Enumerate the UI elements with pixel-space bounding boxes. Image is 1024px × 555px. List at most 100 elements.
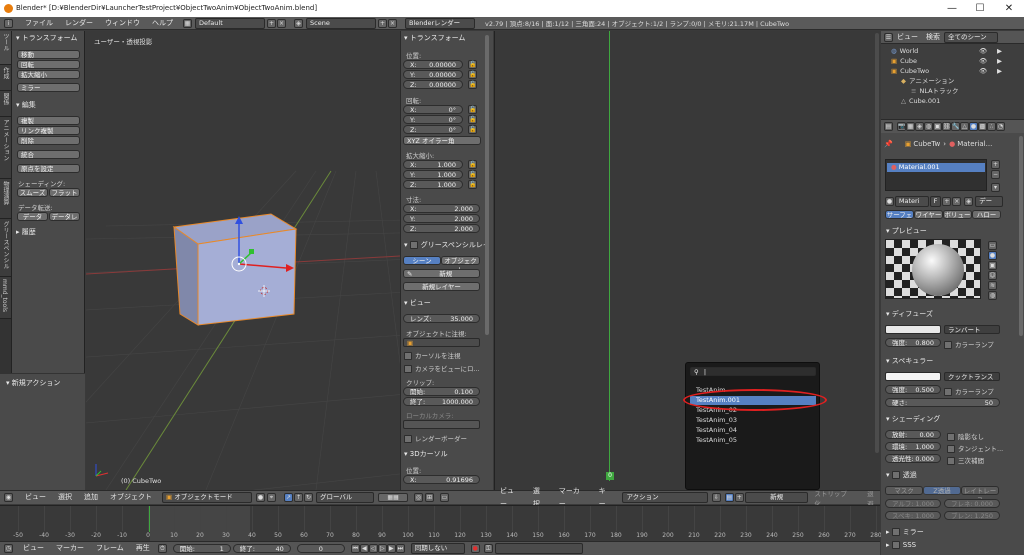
- duplicate-button[interactable]: 複製: [17, 116, 80, 125]
- manipulator-icon[interactable]: ↗: [284, 493, 293, 502]
- lock-object-field[interactable]: ▣: [403, 338, 480, 347]
- dopesheet-playhead[interactable]: [609, 31, 610, 481]
- visibility-eye-icon[interactable]: 👁: [979, 57, 987, 65]
- rotate-button[interactable]: 回転: [17, 60, 80, 69]
- grease-pencil-checkbox[interactable]: [409, 241, 418, 249]
- trans-raytrace-tab[interactable]: レイトレース: [961, 486, 999, 504]
- material-slot-item[interactable]: ● Material.001: [887, 163, 985, 172]
- blend-field[interactable]: ブレン: 1.250: [944, 511, 1000, 520]
- trans-z-tab[interactable]: Z透過: [923, 486, 961, 495]
- jump-start-icon[interactable]: ⏮: [350, 544, 360, 553]
- ambient-field[interactable]: 環境: 1.000: [885, 442, 941, 451]
- next-key-icon[interactable]: ▶: [386, 544, 396, 553]
- visibility-eye-icon[interactable]: 👁: [979, 67, 987, 75]
- tl-frame-menu[interactable]: フレーム: [90, 542, 130, 555]
- preview-flat-icon[interactable]: ▭: [988, 241, 997, 250]
- tl-view-menu[interactable]: ビュー: [17, 542, 50, 555]
- data-transfer-button[interactable]: データ: [17, 212, 48, 221]
- keying-set-icon[interactable]: ⚿: [483, 544, 493, 553]
- rotate-icon[interactable]: ↻: [304, 493, 313, 502]
- editor-type-outliner-icon[interactable]: ☰: [884, 32, 893, 42]
- alpha-field[interactable]: アルフ: 1.000: [885, 499, 941, 508]
- render-border-checkbox[interactable]: レンダーボーダー: [404, 433, 467, 443]
- smooth-button[interactable]: スムーズ: [17, 188, 48, 197]
- grease-object-button[interactable]: オブジェクト: [441, 256, 480, 274]
- prev-key-icon[interactable]: ◀: [359, 544, 369, 553]
- shadeless-checkbox[interactable]: 陰影なし: [947, 431, 984, 441]
- duplicate-linked-button[interactable]: リンク複製: [17, 126, 80, 135]
- object-tab-icon[interactable]: ▣: [933, 122, 942, 131]
- lock-cursor-checkbox[interactable]: カーソルを注視: [404, 350, 461, 360]
- spec-alpha-field[interactable]: スペキ: 1.000: [885, 511, 941, 520]
- action-list-item[interactable]: TestAnim_03: [690, 416, 816, 425]
- visibility-eye-icon[interactable]: 👁: [979, 47, 987, 55]
- action-browse-popup[interactable]: ⚲ | TestAnim TestAnim.001 TestAnim_02 TestA…: [685, 362, 820, 490]
- transparency-checkbox[interactable]: [891, 471, 900, 479]
- timeline-playhead[interactable]: [149, 506, 150, 532]
- world-tab-icon[interactable]: ◍: [924, 122, 933, 131]
- maximize-button[interactable]: ☐: [966, 0, 994, 17]
- rotation-lock-icon[interactable]: 🔓: [468, 115, 477, 124]
- editor-type-props-icon[interactable]: ▤: [884, 122, 893, 131]
- layers-icon[interactable]: ▦▦: [378, 493, 408, 502]
- unlink-material-icon[interactable]: ×: [952, 197, 962, 206]
- shading-header[interactable]: ▾ シェーディング: [886, 414, 940, 424]
- close-scene-icon[interactable]: ×: [388, 18, 397, 28]
- rotation-x-field[interactable]: X: 0°: [403, 105, 463, 114]
- outliner-item[interactable]: △ Cube.001: [901, 97, 940, 106]
- hardness-field[interactable]: 硬さ: 50: [885, 398, 1000, 407]
- push-down-icon[interactable]: ⇩: [711, 493, 721, 502]
- fake-user-button[interactable]: F: [929, 196, 942, 207]
- grease-new-button[interactable]: ✎ 新規: [403, 269, 480, 278]
- scale-z-field[interactable]: Z: 1.000: [403, 180, 463, 189]
- specular-header[interactable]: ▾ スペキュラー: [886, 356, 933, 366]
- tool-tab-6[interactable]: mmd_tools: [0, 277, 11, 319]
- tl-marker-menu[interactable]: マーカー: [50, 542, 90, 555]
- lock-camera-checkbox[interactable]: カメラをビューにロ...: [404, 363, 480, 373]
- pivot-icon[interactable]: ⌖: [267, 493, 276, 502]
- render-engine-select[interactable]: Blenderレンダー: [405, 17, 475, 29]
- outliner-search-menu[interactable]: 検索: [922, 31, 944, 44]
- n-view-header[interactable]: ▾ ビュー: [404, 298, 431, 308]
- scene-tab-icon[interactable]: ◈: [915, 122, 924, 131]
- keying-set-field[interactable]: [494, 543, 583, 554]
- mode-select[interactable]: ▣ オブジェクトモード: [162, 492, 252, 503]
- action-list-item[interactable]: TestAnim_04: [690, 426, 816, 435]
- action-list-item[interactable]: TestAnim_05: [690, 436, 816, 445]
- trans-mask-tab[interactable]: マスク: [885, 486, 923, 495]
- outliner-view-menu[interactable]: ビュー: [893, 31, 922, 44]
- cubic-checkbox[interactable]: 三次補間: [947, 455, 984, 465]
- diffuse-header[interactable]: ▾ ディフューズ: [886, 309, 933, 319]
- timeline[interactable]: -50 -40 -30 -20 -10 0 10 20 30 40 50 60 70 80 90 100 110…: [0, 505, 882, 542]
- n-transform-header[interactable]: ▾ トランスフォーム: [404, 33, 465, 43]
- render-camera-icon[interactable]: ▶: [997, 67, 1002, 75]
- scale-lock-icon[interactable]: 🔓: [468, 160, 477, 169]
- node-icon[interactable]: ◈: [964, 197, 974, 206]
- sss-checkbox[interactable]: [891, 541, 900, 549]
- remove-slot-icon[interactable]: −: [991, 170, 1000, 179]
- record-icon[interactable]: ●: [470, 544, 480, 553]
- clip-start-field[interactable]: 開始: 0.100: [403, 387, 480, 396]
- location-lock-icon[interactable]: 🔓: [468, 80, 477, 89]
- browse-action-icon[interactable]: ▤: [724, 493, 734, 502]
- preview-header[interactable]: ▾ プレビュー: [886, 226, 927, 236]
- outliner-item[interactable]: ▣ Cube: [891, 57, 917, 66]
- material-slot-list[interactable]: ● Material.001: [885, 159, 987, 191]
- properties-editor-scrollbar[interactable]: [1019, 136, 1023, 336]
- object-menu[interactable]: オブジェクト: [104, 491, 158, 504]
- rotation-lock-icon[interactable]: 🔓: [468, 105, 477, 114]
- fresnel-field[interactable]: フレネ: 0.000: [944, 499, 1000, 508]
- play-icon[interactable]: ▷: [377, 544, 387, 553]
- jump-end-icon[interactable]: ⏭: [395, 544, 405, 553]
- dopesheet-scrollbar[interactable]: [875, 33, 879, 453]
- minimize-button[interactable]: —: [938, 0, 966, 17]
- menu-window[interactable]: ウィンドウ: [99, 17, 146, 30]
- mirror-header[interactable]: ▸ ミラー: [886, 527, 924, 537]
- scale-lock-icon[interactable]: 🔓: [468, 170, 477, 179]
- lens-field[interactable]: レンズ: 35.000: [403, 314, 480, 323]
- particles-tab-icon[interactable]: ∴: [987, 122, 996, 131]
- 3d-viewport[interactable]: ユーザー・透視投影 (0) CubeTwo: [86, 31, 400, 490]
- properties-scrollbar[interactable]: [485, 35, 489, 335]
- preview-world-icon[interactable]: ◍: [988, 291, 997, 300]
- material-tab-icon[interactable]: ●: [969, 122, 978, 131]
